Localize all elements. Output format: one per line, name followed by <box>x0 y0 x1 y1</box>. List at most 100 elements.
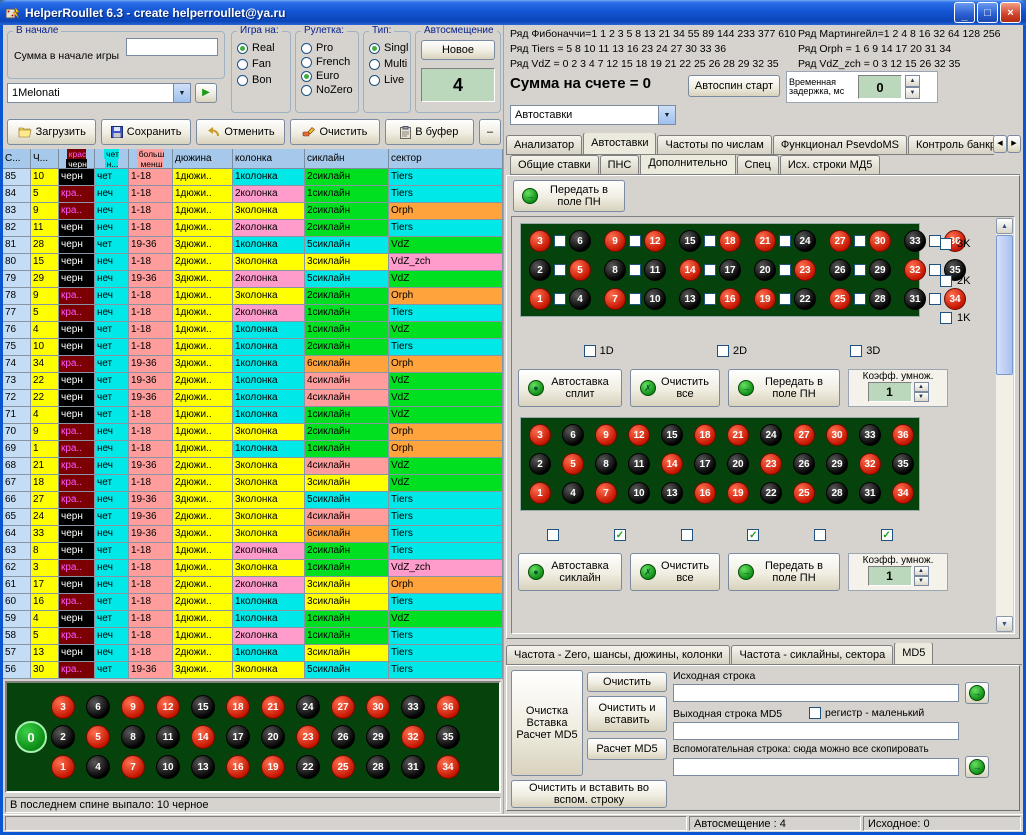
buffer-button[interactable]: В буфер <box>385 119 474 145</box>
board-number-9[interactable]: 9 <box>595 424 617 446</box>
board-number-5[interactable]: 5 <box>86 725 110 749</box>
board-number-6[interactable]: 6 <box>86 695 110 719</box>
register-checkbox-row[interactable]: регистр - маленький <box>809 707 924 719</box>
board-number-31[interactable]: 31 <box>904 288 926 310</box>
close-button[interactable]: × <box>1000 2 1021 23</box>
history-row[interactable]: 6117черннеч1-182дюжи..2колонка3сиклайнOr… <box>3 577 503 594</box>
history-row[interactable]: 845кра..неч1-181дюжи..2колонка1сиклайнTi… <box>3 186 503 203</box>
split-checkbox-13-16[interactable] <box>704 293 716 305</box>
board-number-24[interactable]: 24 <box>296 695 320 719</box>
board-number-30[interactable]: 30 <box>869 230 891 252</box>
board-number-29[interactable]: 29 <box>869 259 891 281</box>
history-row[interactable]: 638чернчет1-181дюжи..2колонка2сиклайнTie… <box>3 543 503 560</box>
md5-source-go-button[interactable]: → <box>965 682 989 704</box>
board-number-28[interactable]: 28 <box>826 482 848 504</box>
minimize-button[interactable]: _ <box>954 2 975 23</box>
radio-multi[interactable]: Multi <box>369 58 408 70</box>
main-tab-3[interactable]: Функционал PsevdoMS <box>773 135 907 154</box>
start-sum-input[interactable] <box>126 38 218 56</box>
board-number-19[interactable]: 19 <box>754 288 776 310</box>
board-number-13[interactable]: 13 <box>679 288 701 310</box>
radio-pro[interactable]: Pro <box>301 42 356 54</box>
board-number-0[interactable]: 0 <box>15 721 47 753</box>
freq-tab-0[interactable]: Частота - Zero, шансы, дюжины, колонки <box>506 645 730 664</box>
board-number-29[interactable]: 29 <box>826 453 848 475</box>
board-number-17[interactable]: 17 <box>694 453 716 475</box>
board-number-23[interactable]: 23 <box>794 259 816 281</box>
board-number-10[interactable]: 10 <box>644 288 666 310</box>
md5-output-input[interactable] <box>673 722 959 740</box>
k-checkbox-3K[interactable] <box>940 238 952 250</box>
board-number-22[interactable]: 22 <box>760 482 782 504</box>
history-row[interactable]: 764чернчет1-181дюжи..1колонка1сиклайнVdZ <box>3 322 503 339</box>
board-number-12[interactable]: 12 <box>644 230 666 252</box>
play-button[interactable]: ▶ <box>195 83 217 103</box>
sub-tab-2[interactable]: Дополнительно <box>640 155 735 174</box>
board-number-26[interactable]: 26 <box>331 725 355 749</box>
dim-1D[interactable]: 1D <box>584 345 614 357</box>
board-number-7[interactable]: 7 <box>595 482 617 504</box>
board-number-21[interactable]: 21 <box>727 424 749 446</box>
board-number-31[interactable]: 31 <box>401 755 425 779</box>
md5-clear-button[interactable]: Очистить <box>587 672 667 692</box>
board-number-16[interactable]: 16 <box>226 755 250 779</box>
split-checkbox-21-24[interactable] <box>779 235 791 247</box>
radio-bon[interactable]: Bon <box>237 74 288 86</box>
board-number-2[interactable]: 2 <box>51 725 75 749</box>
main-tab-2[interactable]: Частоты по числам <box>657 135 771 154</box>
history-row[interactable]: 691кра..неч1-181дюжи..1колонка1сиклайнOr… <box>3 441 503 458</box>
board-number-25[interactable]: 25 <box>829 288 851 310</box>
autospin-start-button[interactable]: Автоспин старт <box>688 75 780 97</box>
board-number-24[interactable]: 24 <box>760 424 782 446</box>
tab-scroll-right-icon[interactable]: ▶ <box>1007 135 1021 153</box>
board-number-12[interactable]: 12 <box>156 695 180 719</box>
dim-3D[interactable]: 3D <box>850 345 880 357</box>
history-row[interactable]: 6627кра..неч19-363дюжи..3колонка5сиклайн… <box>3 492 503 509</box>
sub-tab-0[interactable]: Общие ставки <box>510 155 599 174</box>
board-number-19[interactable]: 19 <box>261 755 285 779</box>
split-checkbox-7-10[interactable] <box>629 293 641 305</box>
board-number-33[interactable]: 33 <box>904 230 926 252</box>
board-number-2[interactable]: 2 <box>529 259 551 281</box>
history-row[interactable]: 6433черннеч19-363дюжи..3колонка6сиклайнT… <box>3 526 503 543</box>
board-number-23[interactable]: 23 <box>296 725 320 749</box>
board-number-1[interactable]: 1 <box>51 755 75 779</box>
k-row-2K[interactable]: 2K <box>940 262 970 299</box>
board-number-32[interactable]: 32 <box>401 725 425 749</box>
board-number-11[interactable]: 11 <box>156 725 180 749</box>
chevron-down-icon[interactable]: ▼ <box>173 84 190 102</box>
board-number-36[interactable]: 36 <box>436 695 460 719</box>
history-row[interactable]: 623кра..неч1-181дюжи..3колонка1сиклайнVd… <box>3 560 503 577</box>
board-number-20[interactable]: 20 <box>754 259 776 281</box>
board-number-2[interactable]: 2 <box>529 453 551 475</box>
history-row[interactable]: 6821кра..неч19-362дюжи..3колонка4сиклайн… <box>3 458 503 475</box>
board-number-1[interactable]: 1 <box>529 288 551 310</box>
history-row[interactable]: 6016кра..чет1-182дюжи..1колонка3сиклайнT… <box>3 594 503 611</box>
dim-checkbox-3D[interactable] <box>850 345 862 357</box>
main-tab-4[interactable]: Контроль банкрол <box>908 135 994 154</box>
md5-clear-paste-button[interactable]: Очистить и вставить <box>587 696 667 732</box>
board-number-28[interactable]: 28 <box>366 755 390 779</box>
board-number-8[interactable]: 8 <box>604 259 626 281</box>
board-number-13[interactable]: 13 <box>661 482 683 504</box>
board-number-4[interactable]: 4 <box>86 755 110 779</box>
clear-button[interactable]: Очистить <box>290 119 379 145</box>
spinner-up-icon[interactable]: ▲ <box>914 566 929 576</box>
board-number-36[interactable]: 36 <box>892 424 914 446</box>
split-checkbox-2-5[interactable] <box>554 264 566 276</box>
split-checkbox-1-4[interactable] <box>554 293 566 305</box>
clear-all-button-2[interactable]: ✗ Очистить все <box>630 553 720 591</box>
md5-big-button[interactable]: Очистка Вставка Расчет MD5 <box>511 670 583 776</box>
history-row[interactable]: 7929черннеч19-363дюжи..2колонка5сиклайнV… <box>3 271 503 288</box>
board-number-25[interactable]: 25 <box>331 755 355 779</box>
radio-euro[interactable]: Euro <box>301 70 356 82</box>
history-row[interactable]: 5630кра..чет19-363дюжи..3колонка5сиклайн… <box>3 662 503 679</box>
board-number-10[interactable]: 10 <box>156 755 180 779</box>
autobets-combobox[interactable]: Автоставки ▼ <box>510 105 676 125</box>
md5-helper-go-button[interactable]: → <box>965 756 989 778</box>
new-button[interactable]: Новое <box>421 40 495 60</box>
sixline-checkbox-5[interactable] <box>814 529 826 541</box>
split-checkbox-8-11[interactable] <box>629 264 641 276</box>
collapse-button[interactable]: – <box>479 119 501 145</box>
scrollbar-thumb[interactable] <box>996 235 1013 375</box>
